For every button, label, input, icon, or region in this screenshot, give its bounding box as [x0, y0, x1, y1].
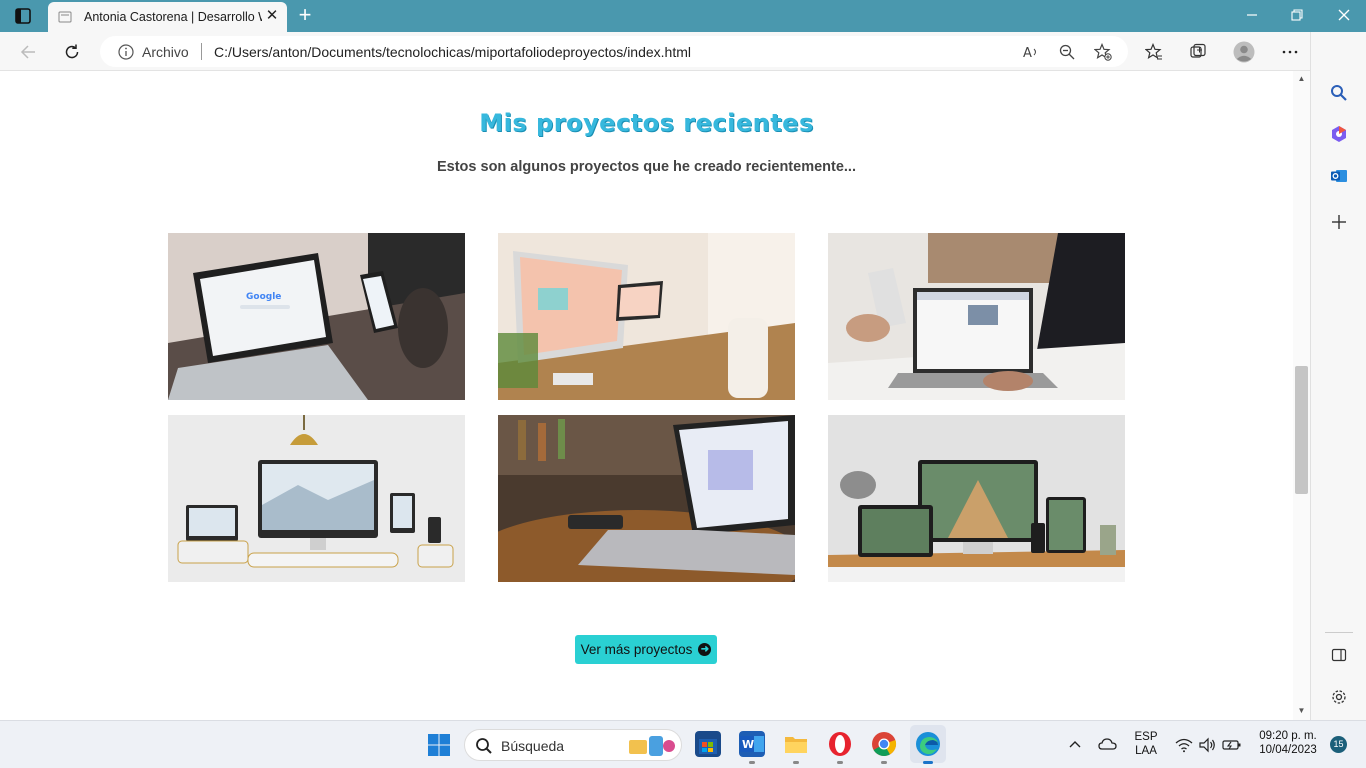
word-icon[interactable]: W: [739, 731, 765, 757]
battery-icon[interactable]: [1222, 738, 1242, 752]
opera-running-indicator: [837, 761, 843, 764]
wifi-icon[interactable]: [1175, 737, 1193, 753]
file-explorer-icon[interactable]: [783, 731, 809, 757]
tab-actions-icon[interactable]: [14, 7, 32, 25]
taskbar: Búsqueda W ESP LAA 09:20 p. m. 10/04/202…: [0, 720, 1366, 768]
refresh-button[interactable]: [60, 40, 84, 64]
project-image-6[interactable]: [828, 415, 1125, 582]
add-favorite-icon[interactable]: [1093, 42, 1112, 61]
outlook-icon[interactable]: [1328, 165, 1350, 187]
file-icon: [58, 10, 72, 24]
search-highlight-icon: [629, 736, 675, 756]
hide-sidebar-icon[interactable]: [1328, 644, 1350, 666]
office-icon[interactable]: [1328, 123, 1350, 145]
chrome-icon[interactable]: [871, 731, 897, 757]
project-image-3[interactable]: [828, 233, 1125, 400]
edge-active-indicator: [923, 761, 933, 764]
arrow-right-icon: ➜: [698, 643, 712, 656]
chrome-running-indicator: [881, 761, 887, 764]
keyboard-layout: LAA: [1135, 745, 1157, 757]
scrollbar-thumb[interactable]: [1295, 366, 1308, 494]
new-tab-button[interactable]: +: [294, 4, 316, 27]
minimize-button[interactable]: [1240, 6, 1264, 26]
see-more-projects-button[interactable]: Ver más proyectos ➜: [575, 635, 717, 664]
add-icon[interactable]: [1328, 211, 1350, 233]
edge-sidebar: [1310, 32, 1366, 720]
scroll-up-icon[interactable]: ▲: [1295, 74, 1308, 86]
address-bar[interactable]: Archivo C:/Users/anton/Documents/tecnolo…: [100, 36, 1128, 67]
back-button[interactable]: [16, 40, 40, 64]
browser-toolbar: Archivo C:/Users/anton/Documents/tecnolo…: [0, 32, 1353, 71]
favorites-icon[interactable]: [1142, 40, 1166, 64]
language-code: ESP: [1134, 731, 1158, 743]
volume-icon[interactable]: [1199, 737, 1217, 753]
url-text[interactable]: C:/Users/anton/Documents/tecnolochicas/m…: [214, 44, 691, 60]
notification-badge[interactable]: 15: [1330, 736, 1347, 753]
title-bar: Antonia Castorena | Desarrollo W ✕ +: [0, 0, 1366, 32]
zoom-out-icon[interactable]: [1058, 43, 1076, 61]
section-subtitle: Estos son algunos proyectos que he cread…: [436, 159, 856, 175]
page-content: Mis proyectos recientes Estos son alguno…: [0, 71, 1293, 720]
word-running-indicator: [749, 761, 755, 764]
read-aloud-icon[interactable]: A: [1022, 43, 1040, 61]
collections-icon[interactable]: [1186, 40, 1210, 64]
address-protocol-label: Archivo: [142, 44, 189, 60]
scroll-down-icon[interactable]: ▼: [1295, 706, 1308, 718]
clock-time: 09:20 p. m.: [1259, 730, 1317, 742]
show-hidden-icons-chevron-icon[interactable]: [1068, 737, 1082, 751]
info-icon[interactable]: [118, 44, 134, 60]
onedrive-cloud-icon[interactable]: [1098, 736, 1118, 752]
project-image-5[interactable]: [498, 415, 795, 582]
svg-text:W: W: [742, 738, 754, 751]
search-magnifier-icon: [475, 737, 493, 755]
clock[interactable]: 09:20 p. m. 10/04/2023: [1250, 730, 1326, 756]
clock-date: 10/04/2023: [1259, 744, 1317, 756]
taskbar-search[interactable]: Búsqueda: [464, 729, 682, 761]
opera-icon[interactable]: [827, 731, 853, 757]
edge-taskbar-button[interactable]: [910, 725, 946, 763]
see-more-label: Ver más proyectos: [580, 642, 693, 657]
search-placeholder: Búsqueda: [501, 738, 565, 754]
address-divider: [201, 43, 202, 60]
microsoft-store-icon[interactable]: [695, 731, 721, 757]
restore-button[interactable]: [1285, 6, 1309, 26]
settings-gear-icon[interactable]: [1328, 686, 1350, 708]
language-indicator[interactable]: ESP LAA: [1130, 731, 1162, 757]
windows-start-icon[interactable]: [427, 733, 451, 757]
more-options-icon[interactable]: [1278, 40, 1302, 64]
tab-close-icon[interactable]: ✕: [264, 8, 280, 24]
svg-text:Google: Google: [246, 292, 281, 302]
project-image-2[interactable]: [498, 233, 795, 400]
edge-icon: [916, 732, 940, 756]
project-image-1[interactable]: Google: [168, 233, 465, 400]
profile-avatar[interactable]: [1232, 40, 1256, 64]
section-title: Mis proyectos recientes: [479, 109, 814, 137]
tab-title: Antonia Castorena | Desarrollo W: [84, 10, 262, 24]
sidebar-divider: [1325, 632, 1353, 633]
svg-text:A: A: [1023, 46, 1032, 61]
browser-tab[interactable]: Antonia Castorena | Desarrollo W ✕: [48, 2, 287, 32]
close-window-button[interactable]: [1332, 6, 1356, 26]
search-icon[interactable]: [1328, 82, 1350, 104]
explorer-running-indicator: [793, 761, 799, 764]
project-image-4[interactable]: [168, 415, 465, 582]
